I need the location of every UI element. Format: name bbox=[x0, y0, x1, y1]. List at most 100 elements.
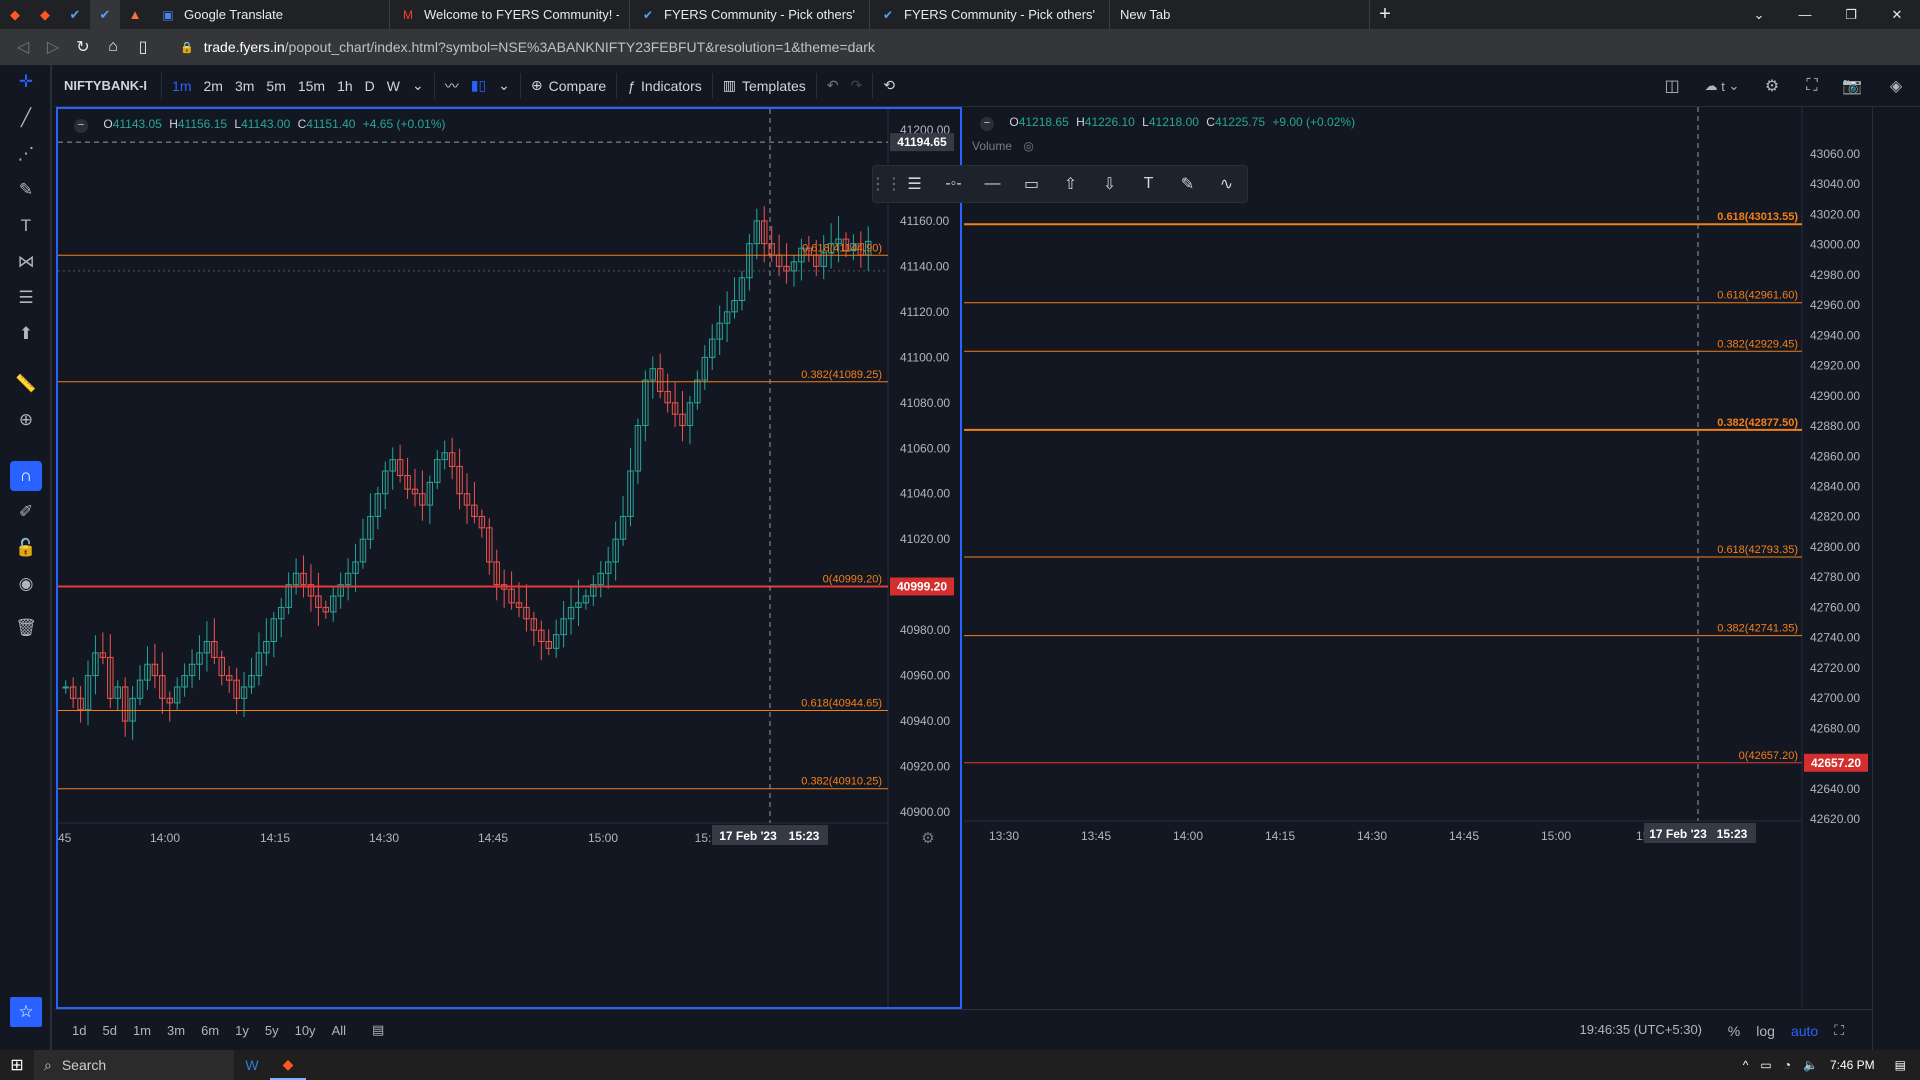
word-icon[interactable]: W bbox=[234, 1050, 270, 1080]
undo-icon[interactable]: ↶ bbox=[821, 65, 845, 107]
stay-drawing-icon[interactable]: ✐ bbox=[10, 497, 42, 527]
volume-icon[interactable]: 🔈 bbox=[1797, 1058, 1824, 1072]
browser-tab-1[interactable]: M Welcome to FYERS Community! - usha bbox=[390, 0, 630, 29]
arrow-up-icon[interactable]: ⬆ bbox=[10, 319, 42, 349]
line-dot-icon[interactable]: -◦- bbox=[934, 165, 973, 203]
back-button[interactable]: ◁ bbox=[8, 29, 38, 65]
windows-start-icon[interactable]: ⊞ bbox=[0, 1050, 34, 1080]
interval-3m[interactable]: 3m bbox=[229, 65, 260, 107]
fullscreen-icon[interactable]: ⛶ bbox=[1792, 65, 1832, 107]
redo-icon[interactable]: ↷ bbox=[845, 65, 869, 107]
range-5y[interactable]: 5y bbox=[257, 1023, 287, 1038]
layers-icon[interactable]: ◈ bbox=[1872, 65, 1920, 107]
text-tool-icon[interactable]: T bbox=[1129, 165, 1168, 203]
chart-canvas-right[interactable]: 43060.00 43040.00 43020.00 43000.00 42980.00… bbox=[964, 107, 1868, 1007]
magnet-icon[interactable]: ∩ bbox=[10, 461, 42, 491]
range-1y[interactable]: 1y bbox=[227, 1023, 257, 1038]
interval-W[interactable]: W bbox=[381, 65, 406, 107]
new-tab-button[interactable]: + bbox=[1370, 0, 1400, 29]
arrow-up-marker-icon[interactable]: ⇧ bbox=[1051, 165, 1090, 203]
range-1d[interactable]: 1d bbox=[64, 1023, 94, 1038]
interval-2m[interactable]: 2m bbox=[198, 65, 229, 107]
crosshair-icon[interactable]: ✛ bbox=[10, 67, 42, 97]
browser-tab-3[interactable]: ✔ FYERS Community - Pick others' brain bbox=[870, 0, 1110, 29]
collapse-icon[interactable]: − bbox=[980, 117, 994, 131]
pinned-tab-4[interactable]: ✔ bbox=[90, 0, 120, 29]
tray-clock[interactable]: 7:46 PM bbox=[1824, 1058, 1881, 1072]
close-window-button[interactable]: ✕ bbox=[1874, 0, 1920, 29]
percent-toggle[interactable]: % bbox=[1720, 1023, 1748, 1039]
symbol-search[interactable]: NIFTYBANK-I bbox=[54, 65, 157, 107]
interval-dropdown-icon[interactable]: ⌄ bbox=[406, 65, 430, 107]
browser-tab-2[interactable]: ✔ FYERS Community - Pick others' brain bbox=[630, 0, 870, 29]
layout-split-icon[interactable]: ◫ bbox=[1652, 65, 1692, 107]
camera-icon[interactable]: 📷 bbox=[1832, 65, 1872, 107]
favorites-star-icon[interactable]: ☆ bbox=[10, 997, 42, 1027]
range-6m[interactable]: 6m bbox=[193, 1023, 227, 1038]
eye-hidden-icon[interactable]: ◎ bbox=[1023, 139, 1033, 153]
range-10y[interactable]: 10y bbox=[287, 1023, 324, 1038]
interval-1h[interactable]: 1h bbox=[331, 65, 359, 107]
home-button[interactable]: ⌂ bbox=[98, 29, 128, 65]
range-3m[interactable]: 3m bbox=[159, 1023, 193, 1038]
log-toggle[interactable]: log bbox=[1748, 1023, 1783, 1039]
callout-icon[interactable]: ▭ bbox=[1012, 165, 1051, 203]
pen-icon[interactable]: ✎ bbox=[1168, 165, 1207, 203]
auto-toggle[interactable]: auto bbox=[1783, 1023, 1826, 1039]
fib-tool-icon[interactable]: ⋰ bbox=[10, 139, 42, 169]
cloud-save-button[interactable]: ☁ t ⌄ bbox=[1692, 65, 1752, 107]
drag-handle-icon[interactable]: ⋮⋮ bbox=[870, 165, 902, 203]
browser-tab-0[interactable]: ▣ Google Translate bbox=[150, 0, 390, 29]
arrow-down-marker-icon[interactable]: ⇩ bbox=[1090, 165, 1129, 203]
lock-drawings-icon[interactable]: 🔓 bbox=[10, 533, 42, 563]
line-settings-icon[interactable]: ☰ bbox=[895, 165, 934, 203]
style-dropdown-icon[interactable]: ⌄ bbox=[492, 65, 516, 107]
templates-button[interactable]: ▥ Templates bbox=[717, 65, 812, 107]
tab-search-chevron-icon[interactable]: ⌄ bbox=[1736, 0, 1782, 29]
pinned-tab-2[interactable]: ◆ bbox=[30, 0, 60, 29]
reset-icon[interactable]: ⟲ bbox=[877, 65, 901, 107]
candle-style-icon[interactable]: ▮▯ bbox=[465, 65, 492, 107]
ruler-icon[interactable]: 📏 bbox=[10, 369, 42, 399]
hide-drawings-icon[interactable]: ◉ bbox=[10, 569, 42, 599]
zoom-icon[interactable]: ⊕ bbox=[10, 405, 42, 435]
battery-icon[interactable]: ▭ bbox=[1754, 1058, 1777, 1072]
prediction-icon[interactable]: ☰ bbox=[10, 283, 42, 313]
interval-5m[interactable]: 5m bbox=[260, 65, 291, 107]
chart-pane-right[interactable]: 43060.00 43040.00 43020.00 43000.00 42980.00… bbox=[964, 107, 1870, 1009]
trash-icon[interactable]: 🗑 bbox=[10, 613, 42, 643]
wave-icon[interactable]: ∿ bbox=[1207, 165, 1246, 203]
wifi-icon[interactable]: ◔ bbox=[1778, 1058, 1797, 1072]
taskbar-search[interactable]: ⌕ Search bbox=[34, 1050, 234, 1080]
bookmark-icon[interactable]: ▯ bbox=[128, 29, 158, 65]
chart-pane-left[interactable]: 41200.00 41160.00 41140.00 41120.00 41100.00… bbox=[56, 107, 962, 1009]
line-width-icon[interactable]: — bbox=[973, 165, 1012, 203]
brave-taskbar-icon[interactable]: ◆ bbox=[270, 1050, 306, 1080]
forward-button[interactable]: ▷ bbox=[38, 29, 68, 65]
fit-icon[interactable]: ⛶ bbox=[1826, 1022, 1852, 1039]
pattern-icon[interactable]: ⋈ bbox=[10, 247, 42, 277]
pinned-tab-1[interactable]: ◆ bbox=[0, 0, 30, 29]
chart-canvas-left[interactable]: 41200.0041160.0041140.0041120.0041100.00… bbox=[58, 109, 960, 1007]
collapse-icon[interactable]: − bbox=[74, 119, 88, 133]
pinned-tab-5[interactable]: ▲ bbox=[120, 0, 150, 29]
compare-button[interactable]: ⊕ Compare bbox=[525, 65, 612, 107]
brush-icon[interactable]: ✎ bbox=[10, 175, 42, 205]
settings-gear-icon[interactable]: ⚙ bbox=[1752, 65, 1792, 107]
trend-line-icon[interactable]: ╱ bbox=[10, 103, 42, 133]
range-1m[interactable]: 1m bbox=[125, 1023, 159, 1038]
url-field[interactable]: 🔒 trade.fyers.in/popout_chart/index.html… bbox=[180, 36, 875, 58]
range-All[interactable]: All bbox=[324, 1023, 354, 1038]
interval-1m[interactable]: 1m bbox=[166, 65, 197, 107]
reload-button[interactable]: ↻ bbox=[68, 29, 98, 65]
range-5d[interactable]: 5d bbox=[94, 1023, 124, 1038]
interval-D[interactable]: D bbox=[359, 65, 381, 107]
minimize-button[interactable]: — bbox=[1782, 0, 1828, 29]
text-icon[interactable]: T bbox=[10, 211, 42, 241]
notification-icon[interactable]: ▤ bbox=[1881, 1058, 1920, 1072]
tray-chevron-icon[interactable]: ^ bbox=[1737, 1058, 1755, 1072]
restore-button[interactable]: ❐ bbox=[1828, 0, 1874, 29]
line-style-icon[interactable]: 〰 bbox=[439, 65, 465, 107]
browser-tab-4[interactable]: New Tab bbox=[1110, 0, 1370, 29]
volume-legend[interactable]: Volume ◎ bbox=[972, 139, 1034, 153]
